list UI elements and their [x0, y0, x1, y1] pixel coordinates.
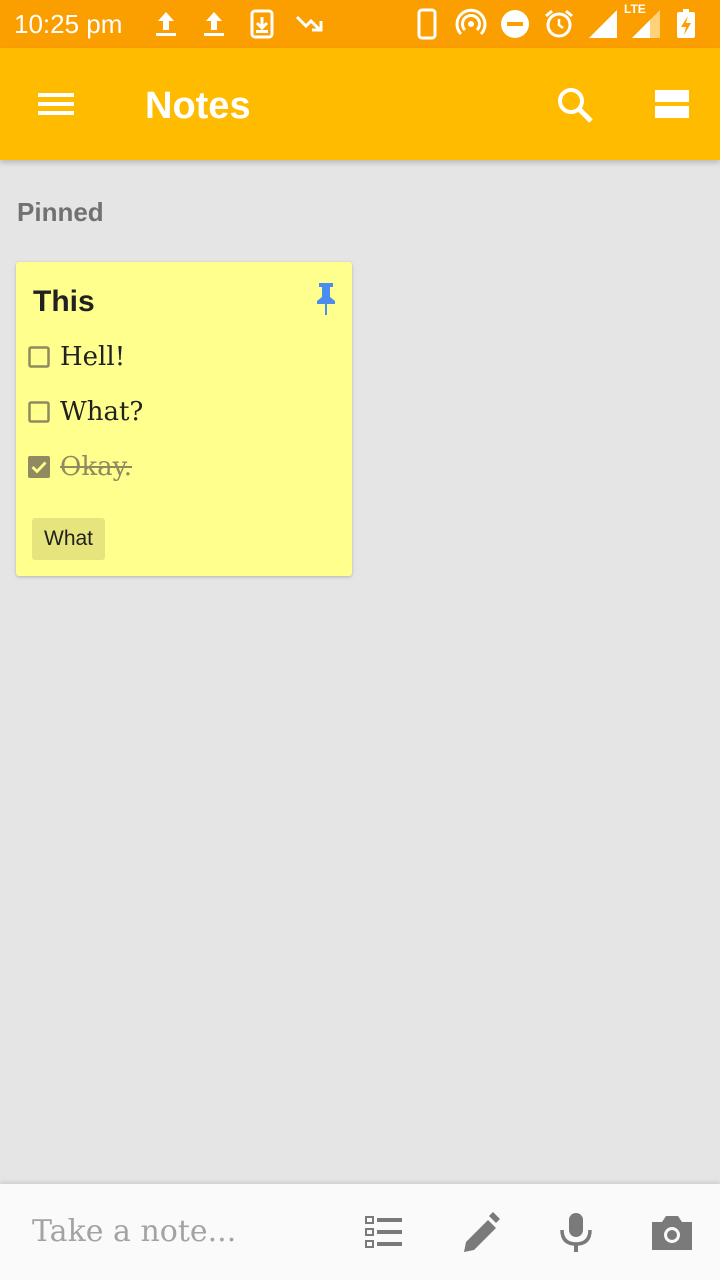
- note-title: This: [33, 285, 95, 318]
- pin-icon[interactable]: [314, 282, 338, 316]
- bottom-bar: Take a note...: [0, 1184, 720, 1280]
- lte-signal-icon: LTE: [624, 2, 662, 40]
- checkbox-checked-icon[interactable]: [28, 456, 50, 478]
- alarm-icon: [545, 9, 573, 38]
- view-toggle-icon[interactable]: [648, 84, 696, 124]
- do-not-disturb-icon: [501, 10, 529, 38]
- signal-icon: [589, 10, 617, 38]
- checklist-item[interactable]: Okay.: [28, 448, 338, 488]
- list-icon[interactable]: [360, 1208, 408, 1256]
- lte-label: LTE: [624, 2, 646, 16]
- checkbox-unchecked-icon[interactable]: [28, 346, 50, 368]
- app-bar: Notes: [0, 48, 720, 160]
- checklist-item-text: What?: [60, 397, 144, 427]
- status-bar: 10:25 pm LTE: [0, 0, 720, 48]
- checklist-item[interactable]: Hell!: [28, 338, 338, 378]
- checklist-item-text: Hell!: [60, 342, 126, 372]
- pinned-section-label: Pinned: [17, 197, 104, 227]
- status-time: 10:25 pm: [14, 9, 123, 39]
- pen-icon[interactable]: [456, 1208, 504, 1256]
- checklist-item-text: Okay.: [60, 452, 133, 482]
- page-title: Notes: [145, 85, 251, 127]
- checkbox-unchecked-icon[interactable]: [28, 401, 50, 423]
- download-icon: [250, 9, 274, 39]
- upload-icon: [156, 12, 176, 36]
- menu-icon[interactable]: [32, 84, 80, 124]
- trending-down-icon: [295, 15, 323, 32]
- upload-icon: [204, 12, 224, 36]
- battery-charging-icon: [677, 9, 695, 38]
- search-icon[interactable]: [552, 82, 598, 128]
- label-chip[interactable]: What: [32, 518, 106, 560]
- hotspot-icon: [455, 8, 487, 36]
- mic-icon[interactable]: [552, 1208, 600, 1256]
- phone-icon: [417, 8, 437, 40]
- note-card[interactable]: This Hell! What? Okay. What: [16, 262, 352, 576]
- checklist-item[interactable]: What?: [28, 393, 338, 433]
- camera-icon[interactable]: [648, 1208, 696, 1256]
- take-note-input[interactable]: Take a note...: [32, 1214, 236, 1250]
